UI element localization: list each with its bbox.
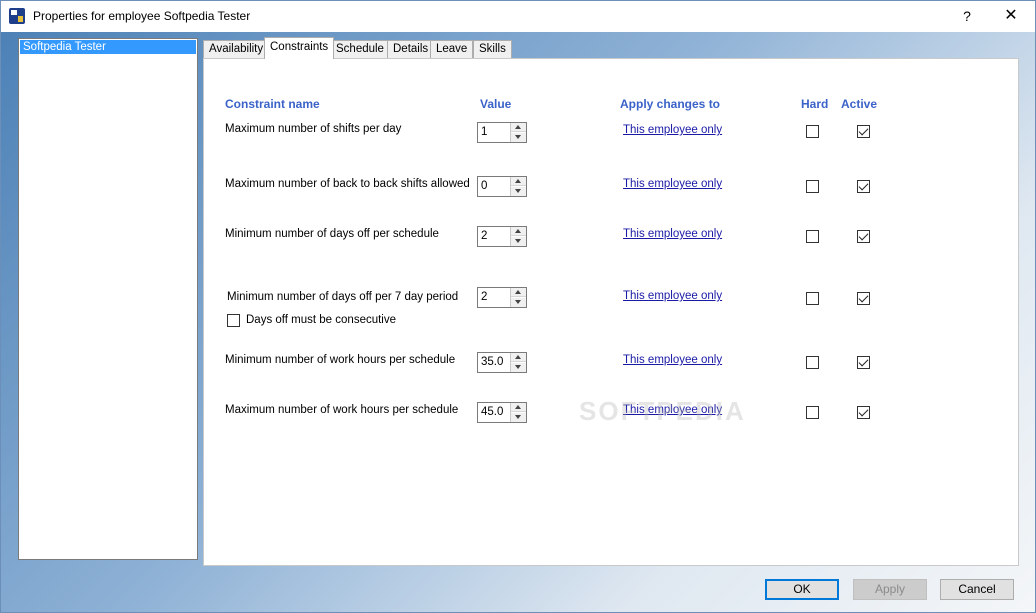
arrow-down-icon[interactable] bbox=[511, 413, 526, 422]
ok-button[interactable]: OK bbox=[765, 579, 839, 600]
apply-changes-link[interactable]: This employee only bbox=[623, 404, 722, 416]
value-spinner[interactable]: 45.0 bbox=[477, 402, 527, 423]
arrow-up-icon[interactable] bbox=[511, 353, 526, 362]
hard-checkbox[interactable] bbox=[806, 356, 819, 369]
constraint-label: Maximum number of shifts per day bbox=[225, 123, 402, 135]
spinner-value: 0 bbox=[481, 180, 488, 192]
spinner-value: 1 bbox=[481, 126, 488, 138]
apply-changes-link[interactable]: This employee only bbox=[623, 354, 722, 366]
constraint-label: Minimum number of days off per 7 day per… bbox=[227, 291, 459, 303]
consecutive-days-checkbox[interactable] bbox=[227, 314, 240, 327]
header-active: Active bbox=[841, 97, 878, 111]
arrow-up-icon[interactable] bbox=[511, 227, 526, 236]
employee-list[interactable]: Softpedia Tester bbox=[18, 38, 198, 560]
employee-list-item[interactable]: Softpedia Tester bbox=[20, 40, 196, 54]
cancel-button[interactable]: Cancel bbox=[940, 579, 1014, 600]
hard-checkbox[interactable] bbox=[806, 180, 819, 193]
value-spinner[interactable]: 2 bbox=[477, 287, 527, 308]
tab-schedule[interactable]: Schedule bbox=[330, 40, 390, 58]
arrow-down-icon[interactable] bbox=[511, 133, 526, 142]
active-checkbox[interactable] bbox=[857, 230, 870, 243]
header-hard: Hard bbox=[801, 97, 829, 111]
header-constraint-name: Constraint name bbox=[225, 97, 320, 111]
arrow-down-icon[interactable] bbox=[511, 187, 526, 196]
arrow-up-icon[interactable] bbox=[511, 403, 526, 412]
value-spinner[interactable]: 0 bbox=[477, 176, 527, 197]
hard-checkbox[interactable] bbox=[806, 230, 819, 243]
arrow-up-icon[interactable] bbox=[511, 288, 526, 297]
app-icon bbox=[9, 8, 25, 24]
apply-changes-link[interactable]: This employee only bbox=[623, 228, 722, 240]
hard-checkbox[interactable] bbox=[806, 125, 819, 138]
active-checkbox[interactable] bbox=[857, 125, 870, 138]
apply-changes-link[interactable]: This employee only bbox=[623, 290, 722, 302]
close-button[interactable]: ✕ bbox=[999, 5, 1023, 27]
constraint-label: Minimum number of days off per schedule bbox=[225, 228, 439, 240]
hard-checkbox[interactable] bbox=[806, 292, 819, 305]
tab-availability[interactable]: Availability bbox=[203, 40, 270, 58]
hard-checkbox[interactable] bbox=[806, 406, 819, 419]
value-spinner[interactable]: 1 bbox=[477, 122, 527, 143]
active-checkbox[interactable] bbox=[857, 406, 870, 419]
arrow-up-icon[interactable] bbox=[511, 177, 526, 186]
constraint-label: Maximum number of back to back shifts al… bbox=[225, 178, 470, 190]
tab-skills[interactable]: Skills bbox=[473, 40, 512, 58]
help-button[interactable]: ? bbox=[956, 5, 978, 27]
arrow-up-icon[interactable] bbox=[511, 123, 526, 132]
constraint-label: Maximum number of work hours per schedul… bbox=[225, 404, 459, 416]
properties-window: Properties for employee Softpedia Tester… bbox=[0, 0, 1036, 613]
value-spinner[interactable]: 2 bbox=[477, 226, 527, 247]
apply-changes-link[interactable]: This employee only bbox=[623, 124, 722, 136]
spinner-value: 45.0 bbox=[481, 406, 504, 418]
spinner-value: 35.0 bbox=[481, 356, 504, 368]
value-spinner[interactable]: 35.0 bbox=[477, 352, 527, 373]
active-checkbox[interactable] bbox=[857, 356, 870, 369]
tab-constraints[interactable]: Constraints bbox=[264, 37, 335, 59]
spinner-value: 2 bbox=[481, 291, 488, 303]
apply-changes-link[interactable]: This employee only bbox=[623, 178, 722, 190]
arrow-down-icon[interactable] bbox=[511, 298, 526, 307]
arrow-down-icon[interactable] bbox=[511, 237, 526, 246]
spinner-value: 2 bbox=[481, 230, 488, 242]
window-title: Properties for employee Softpedia Tester bbox=[33, 9, 251, 23]
header-value: Value bbox=[480, 97, 512, 111]
arrow-down-icon[interactable] bbox=[511, 363, 526, 372]
active-checkbox[interactable] bbox=[857, 180, 870, 193]
header-apply-changes: Apply changes to bbox=[620, 97, 721, 111]
tab-leave[interactable]: Leave bbox=[430, 40, 474, 58]
active-checkbox[interactable] bbox=[857, 292, 870, 305]
consecutive-days-label: Days off must be consecutive bbox=[246, 314, 396, 326]
apply-button[interactable]: Apply bbox=[853, 579, 927, 600]
constraint-label: Minimum number of work hours per schedul… bbox=[225, 354, 456, 366]
title-bar: Properties for employee Softpedia Tester… bbox=[1, 1, 1035, 32]
tab-details[interactable]: Details bbox=[387, 40, 435, 58]
